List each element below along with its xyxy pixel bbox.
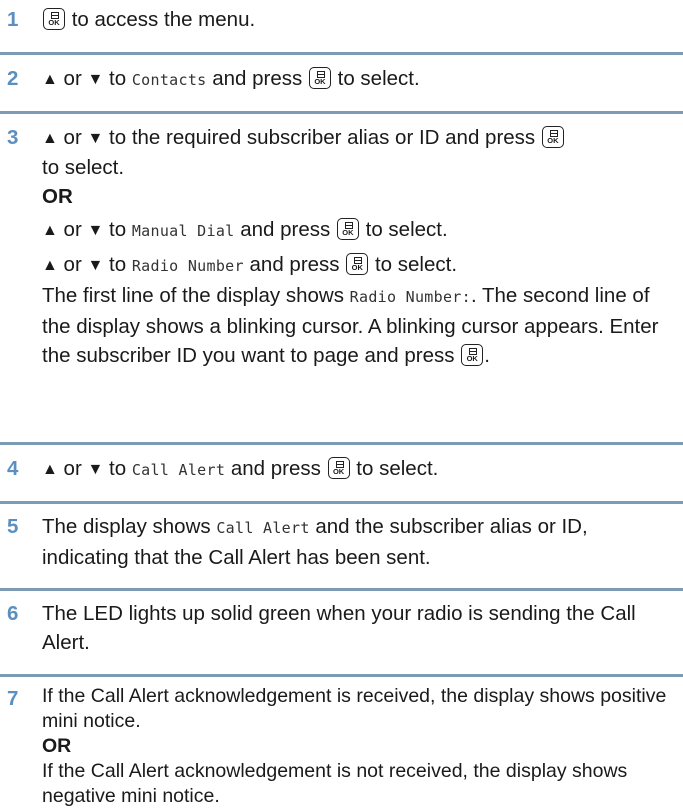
menu-ok-button-icon: OK (43, 8, 65, 30)
up-arrow-icon: ▲ (42, 222, 58, 239)
step-number: 6 (7, 602, 19, 625)
menu-item-label: Contacts (131, 71, 207, 89)
step-number: 5 (7, 515, 19, 538)
step-text: to (109, 218, 127, 241)
step-divider (0, 442, 683, 445)
step-text: The LED lights up solid green when your … (42, 602, 636, 654)
step-text: and press (240, 218, 331, 241)
step-text: to (109, 457, 127, 480)
step-text: to select. (365, 218, 448, 241)
up-arrow-icon: ▲ (42, 461, 58, 478)
step-number: 2 (7, 67, 19, 90)
step-text: The first line of the display shows (42, 284, 344, 307)
step-divider (0, 52, 683, 55)
menu-ok-button-icon: OK (336, 218, 359, 240)
step-text: or (63, 218, 82, 241)
step-text: or (63, 126, 82, 149)
menu-ok-button-icon: OK (308, 67, 331, 89)
step-divider (0, 674, 683, 677)
step-text: If the Call Alert acknowledgement is not… (42, 760, 628, 807)
step-number: 3 (7, 126, 19, 149)
step-number: 1 (7, 8, 19, 31)
step-text: . (484, 344, 490, 367)
step-text: and press (249, 253, 340, 276)
step-text: to (109, 253, 127, 276)
menu-ok-button-icon: OK (541, 126, 564, 148)
down-arrow-icon: ▼ (87, 130, 104, 147)
step-text: The display shows (42, 515, 211, 538)
step-text: to select. (42, 156, 125, 179)
or-label: OR (42, 735, 72, 757)
step-text: to select. (356, 457, 439, 480)
step-text: to (109, 67, 127, 90)
menu-item-label: Call Alert (216, 519, 310, 537)
step-text: or (63, 457, 82, 480)
up-arrow-icon: ▲ (42, 257, 58, 274)
step-text: or (63, 67, 82, 90)
step-text: to select. (337, 67, 420, 90)
menu-item-label: Call Alert (131, 461, 226, 479)
step-text: or (63, 253, 82, 276)
step-divider (0, 588, 683, 591)
step-text: to access the menu. (71, 8, 256, 31)
step-divider (0, 501, 683, 504)
menu-ok-button-icon: OK (461, 344, 484, 366)
step-number: 7 (7, 687, 19, 710)
or-label: OR (42, 185, 73, 208)
step-paragraph: The first line of the display shows Radi… (42, 281, 679, 370)
menu-ok-button-icon: OK (327, 457, 350, 479)
menu-ok-button-icon: OK (346, 253, 369, 275)
menu-item-label: Radio Number: (349, 288, 471, 306)
down-arrow-icon: ▼ (87, 257, 104, 274)
step-divider (0, 111, 683, 114)
up-arrow-icon: ▲ (42, 130, 58, 147)
menu-item-label: Radio Number (131, 257, 244, 275)
step-text: to select. (374, 253, 458, 276)
up-arrow-icon: ▲ (42, 71, 58, 88)
menu-item-label: Manual Dial (131, 222, 235, 240)
down-arrow-icon: ▼ (87, 71, 104, 88)
step-text: to the required subscriber alias or ID a… (109, 126, 536, 149)
step-number: 4 (7, 457, 19, 480)
down-arrow-icon: ▼ (87, 222, 104, 239)
down-arrow-icon: ▼ (87, 461, 104, 478)
step-text: If the Call Alert acknowledgement is rec… (42, 685, 667, 732)
step-text: and press (230, 457, 321, 480)
step-text: and press (212, 67, 303, 90)
